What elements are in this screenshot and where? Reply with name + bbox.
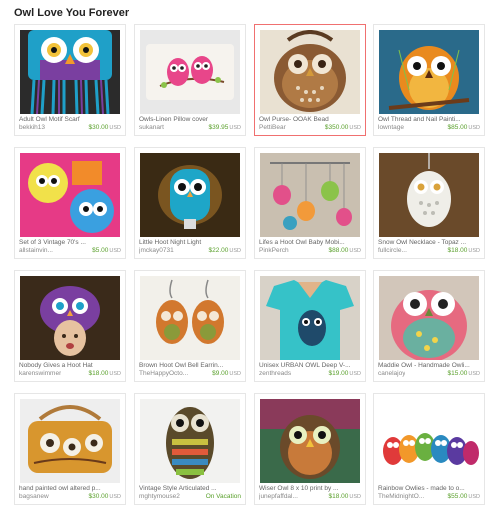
owl-tshirt-icon <box>260 276 360 360</box>
shop-name[interactable]: fullcircle... <box>378 247 407 255</box>
shop-name[interactable]: lowntage <box>378 124 404 132</box>
listing-card[interactable]: Snow Owl Necklace - Topaz ... fullcircle… <box>373 147 485 259</box>
listing-title[interactable]: Snow Owl Necklace - Topaz ... <box>378 239 480 247</box>
listing-card[interactable]: Owl Thread and Nail Painti... lowntage $… <box>373 24 485 136</box>
owl-figurines-image[interactable] <box>379 399 479 483</box>
listing-title[interactable]: Rainbow Owlies - made to o... <box>378 485 480 493</box>
price: $85.00USD <box>447 124 480 131</box>
price: $5.00USD <box>92 247 121 254</box>
owl-earrings-icon <box>140 276 240 360</box>
listing-card[interactable]: Adult Owl Motif Scarf bekkih13 $30.00USD <box>14 24 126 136</box>
owl-night-light-image[interactable] <box>140 153 240 237</box>
shop-name[interactable]: zenthreads <box>259 370 291 378</box>
owl-clutch-image[interactable] <box>20 399 120 483</box>
owl-mobile-image[interactable] <box>260 153 360 237</box>
price: $22.00USD <box>208 247 241 254</box>
owl-mobile-icon <box>260 153 360 237</box>
shop-name[interactable]: bagsanew <box>19 493 49 501</box>
owl-art-print-icon <box>260 399 360 483</box>
price: $30.00USD <box>88 124 121 131</box>
owl-night-light-icon <box>140 153 240 237</box>
owl-print-icon <box>20 153 120 237</box>
shop-name[interactable]: bekkih13 <box>19 124 45 132</box>
listing-title[interactable]: Little Hoot Night Light <box>139 239 241 247</box>
price: $19.00USD <box>328 370 361 377</box>
listing-title[interactable]: Owls-Linen Pillow cover <box>139 116 241 124</box>
owl-string-art-icon <box>379 30 479 114</box>
listing-card[interactable]: Maddie Owl - Handmade Owli... canelajoy … <box>373 270 485 382</box>
price: $18.00USD <box>88 370 121 377</box>
listing-title[interactable]: hand painted owl altered p... <box>19 485 121 493</box>
owl-string-art-image[interactable] <box>379 30 479 114</box>
item-grid: Adult Owl Motif Scarf bekkih13 $30.00USD… <box>0 0 499 512</box>
listing-title[interactable]: Set of 3 Vintage 70's ... <box>19 239 121 247</box>
listing-card[interactable]: Nobody Gives a Hoot Hat karenswimmer $18… <box>14 270 126 382</box>
shop-name[interactable]: TheHappyOcto... <box>139 370 188 378</box>
owl-art-print-image[interactable] <box>260 399 360 483</box>
listing-title[interactable]: Owl Thread and Nail Painti... <box>378 116 480 124</box>
price: $88.00USD <box>328 247 361 254</box>
shop-name[interactable]: mghtymouse2 <box>139 493 180 501</box>
vacation-status: On Vacation <box>205 493 241 500</box>
price: $9.00USD <box>212 370 241 377</box>
owl-earrings-image[interactable] <box>140 276 240 360</box>
owl-hat-icon <box>20 276 120 360</box>
listing-card[interactable]: Owls-Linen Pillow cover sukanart $39.95U… <box>134 24 246 136</box>
price: $39.95USD <box>208 124 241 131</box>
owl-necklace-image[interactable] <box>379 153 479 237</box>
listing-card[interactable]: Lifes a Hoot Owl Baby Mobi... PinkPerch … <box>254 147 366 259</box>
listing-title[interactable]: Unisex URBAN OWL Deep V-... <box>259 362 361 370</box>
shop-name[interactable]: junepfaffdal... <box>259 493 298 501</box>
owl-plush-icon <box>379 276 479 360</box>
owl-scarf-image[interactable] <box>20 30 120 114</box>
listing-card[interactable]: Wiser Owl 8 x 10 print by ... junepfaffd… <box>254 393 366 505</box>
listing-card[interactable]: Set of 3 Vintage 70's ... allstainvin...… <box>14 147 126 259</box>
price: $55.00USD <box>447 493 480 500</box>
price: $30.00USD <box>88 493 121 500</box>
listing-card[interactable]: Little Hoot Night Light jmckay0731 $22.0… <box>134 147 246 259</box>
listing-title[interactable]: Adult Owl Motif Scarf <box>19 116 121 124</box>
shop-name[interactable]: TheMidnightO... <box>378 493 424 501</box>
listing-title[interactable]: Wiser Owl 8 x 10 print by ... <box>259 485 361 493</box>
listing-title[interactable]: Nobody Gives a Hoot Hat <box>19 362 121 370</box>
owl-plush-image[interactable] <box>379 276 479 360</box>
owl-necklace-icon <box>379 153 479 237</box>
price: $18.00USD <box>328 493 361 500</box>
owl-pendant-image[interactable] <box>140 399 240 483</box>
price: $15.00USD <box>447 370 480 377</box>
owl-pillow-image[interactable] <box>140 30 240 114</box>
owl-clutch-icon <box>20 399 120 483</box>
owl-tshirt-image[interactable] <box>260 276 360 360</box>
listing-title[interactable]: Lifes a Hoot Owl Baby Mobi... <box>259 239 361 247</box>
listing-card-selected[interactable]: Owl Purse- OOAK Bead PettiBear $350.00US… <box>254 24 366 136</box>
owl-pendant-icon <box>140 399 240 483</box>
shop-name[interactable]: PinkPerch <box>259 247 289 255</box>
owl-purse-icon <box>260 30 360 114</box>
owl-figurines-icon <box>379 399 479 483</box>
listing-title[interactable]: Brown Hoot Owl Bell Earrin... <box>139 362 241 370</box>
price: $350.00USD <box>324 124 361 131</box>
listing-card[interactable]: Rainbow Owlies - made to o... TheMidnigh… <box>373 393 485 505</box>
shop-name[interactable]: canelajoy <box>378 370 405 378</box>
owl-purse-image[interactable] <box>260 30 360 114</box>
listing-card[interactable]: Unisex URBAN OWL Deep V-... zenthreads $… <box>254 270 366 382</box>
listing-card[interactable]: Brown Hoot Owl Bell Earrin... TheHappyOc… <box>134 270 246 382</box>
shop-name[interactable]: jmckay0731 <box>139 247 174 255</box>
listing-card[interactable]: Vintage Style Articulated ... mghtymouse… <box>134 393 246 505</box>
price: $18.00USD <box>447 247 480 254</box>
shop-name[interactable]: karenswimmer <box>19 370 61 378</box>
owl-print-image[interactable] <box>20 153 120 237</box>
listing-title[interactable]: Owl Purse- OOAK Bead <box>259 116 361 124</box>
shop-name[interactable]: PettiBear <box>259 124 286 132</box>
shop-name[interactable]: sukanart <box>139 124 164 132</box>
listing-title[interactable]: Vintage Style Articulated ... <box>139 485 241 493</box>
owl-pillow-icon <box>140 30 240 114</box>
owl-scarf-icon <box>20 30 120 114</box>
shop-name[interactable]: allstainvin... <box>19 247 53 255</box>
listing-title[interactable]: Maddie Owl - Handmade Owli... <box>378 362 480 370</box>
listing-card[interactable]: hand painted owl altered p... bagsanew $… <box>14 393 126 505</box>
owl-hat-image[interactable] <box>20 276 120 360</box>
